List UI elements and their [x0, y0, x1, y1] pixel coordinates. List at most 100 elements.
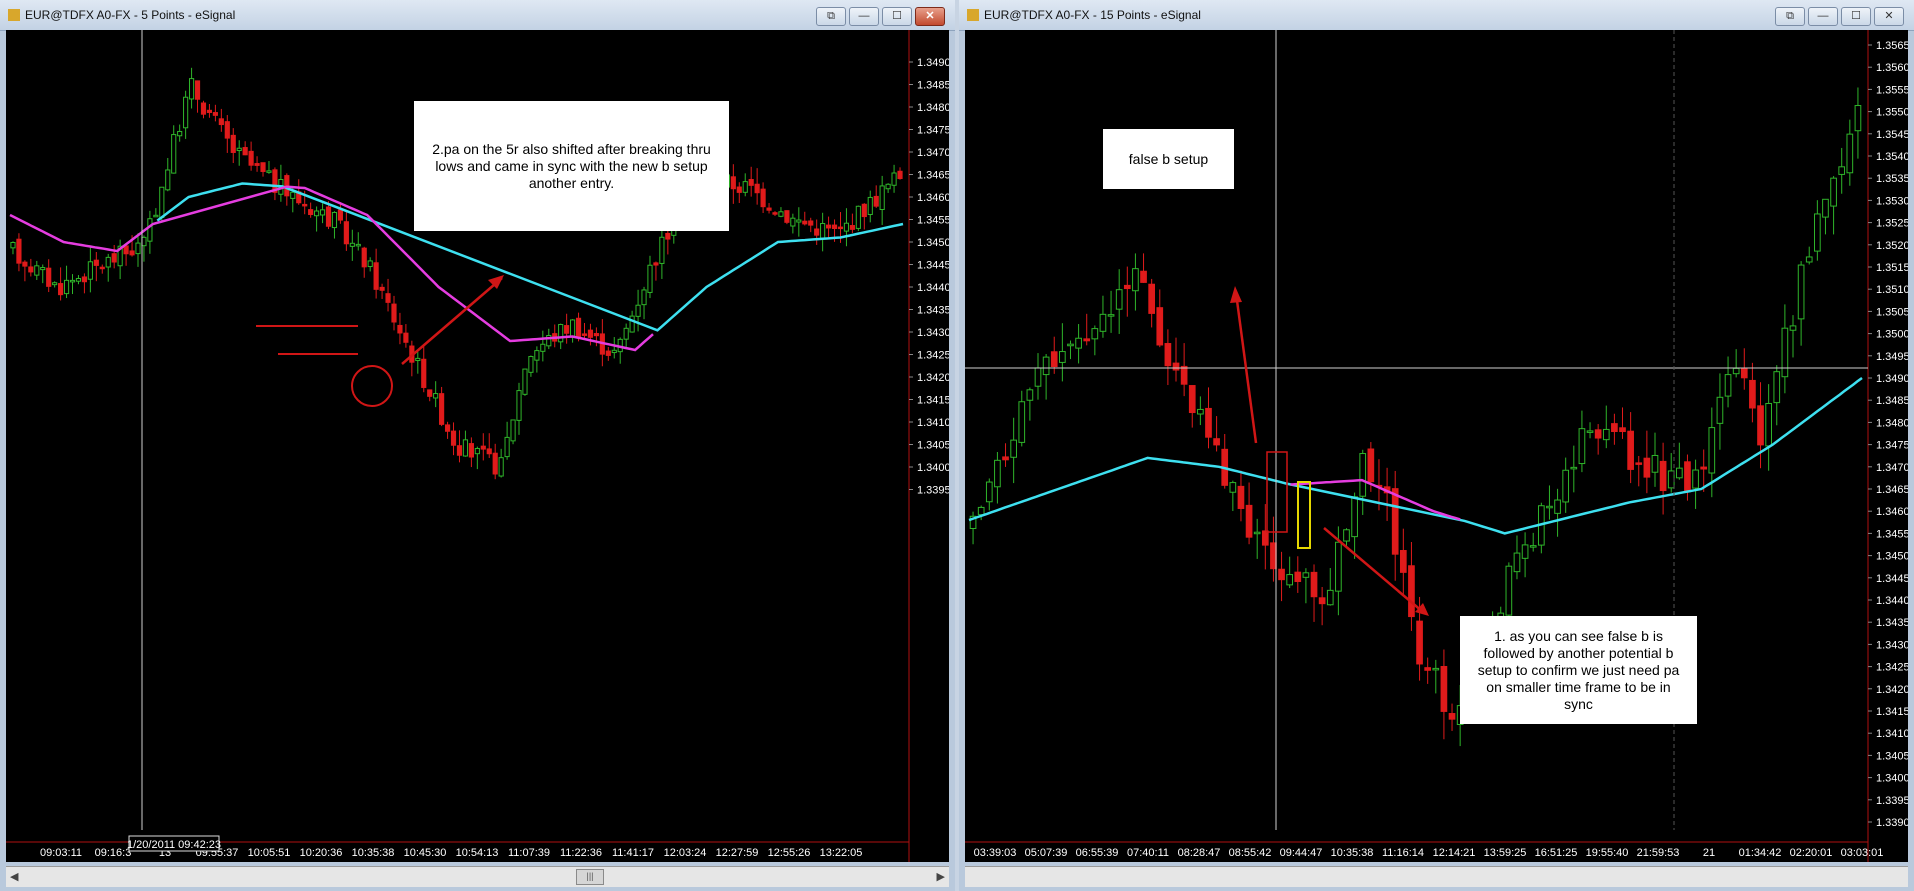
candle-body [1773, 371, 1781, 404]
candle-body [849, 225, 855, 230]
candle-body [516, 390, 522, 421]
candle-body [337, 209, 343, 221]
candle-body [1562, 469, 1570, 503]
price-label: 1.3430 [917, 327, 949, 339]
candle-body [46, 267, 52, 287]
close-button[interactable]: ✕ [915, 7, 945, 26]
candle-body [349, 242, 355, 247]
candle-body [885, 183, 891, 190]
candle-body [1123, 284, 1131, 290]
candle-body [641, 289, 647, 306]
time-label: 11:41:17 [612, 847, 654, 859]
candle-body [1318, 597, 1326, 605]
candle-body [1310, 571, 1318, 598]
candle-body [742, 181, 748, 193]
entry-circle [351, 365, 393, 407]
close-button[interactable]: ✕ [1874, 7, 1904, 26]
left-titlebar[interactable]: EUR@TDFX A0-FX - 5 Points - eSignal ⧉ — … [0, 0, 955, 31]
price-label: 1.3500 [1876, 329, 1908, 341]
maximize-button[interactable]: ☐ [882, 7, 912, 26]
candle-body [1846, 133, 1854, 174]
candle-body [570, 319, 576, 337]
left-annotation-box: 2.pa on the 5r also shifted after breaki… [414, 101, 729, 231]
candle-body [1432, 667, 1440, 671]
minimize-button[interactable]: — [1808, 7, 1838, 26]
right-horizontal-scrollbar[interactable] [965, 866, 1908, 887]
candle-body [105, 256, 111, 268]
candle-body [867, 196, 873, 215]
candle-body [1132, 268, 1139, 292]
candle-body [1197, 408, 1204, 415]
right-titlebar[interactable]: EUR@TDFX A0-FX - 15 Points - eSignal ⧉ —… [959, 0, 1914, 31]
candle-body [985, 481, 993, 503]
false-b-highlight [1266, 451, 1288, 533]
price-label: 1.3455 [1876, 528, 1908, 540]
candle-body [242, 147, 248, 156]
potential-b-highlight [1297, 481, 1311, 549]
candle-body [421, 358, 427, 388]
app-icon [8, 9, 20, 21]
price-label: 1.3460 [917, 192, 949, 204]
candle-body [486, 448, 492, 455]
candle-body [343, 221, 349, 245]
candle-body [760, 188, 766, 208]
candle-body [1602, 428, 1610, 441]
restore-chart-button[interactable]: ⧉ [816, 7, 846, 26]
scroll-left-arrow-icon[interactable]: ◀ [10, 870, 18, 883]
candle-body [1797, 264, 1805, 320]
price-label: 1.3405 [1876, 750, 1908, 762]
restore-chart-button[interactable]: ⧉ [1775, 7, 1805, 26]
price-label: 1.3390 [1876, 817, 1908, 829]
candle-body [1018, 401, 1026, 443]
candle-body [379, 286, 385, 291]
candle-body [373, 262, 379, 290]
candle-body [1059, 351, 1066, 363]
scroll-thumb[interactable]: ||| [576, 869, 604, 885]
candle-body [194, 80, 201, 100]
candle-body [635, 304, 641, 317]
price-label: 1.3415 [917, 395, 949, 407]
candle-body [1440, 665, 1448, 712]
candle-body [587, 329, 594, 338]
left-horizontal-scrollbar[interactable]: ◀ ||| ▶ [6, 866, 949, 887]
price-label: 1.3405 [917, 440, 949, 452]
left-title-text: EUR@TDFX A0-FX - 5 Points - eSignal [25, 8, 236, 22]
candle-body [1351, 496, 1358, 538]
maximize-button[interactable]: ☐ [1841, 7, 1871, 26]
candle-body [629, 315, 635, 333]
price-label: 1.3490 [917, 57, 949, 69]
app-icon [967, 9, 979, 21]
minimize-button[interactable]: — [849, 7, 879, 26]
candle-body [1708, 427, 1716, 474]
candle-body [611, 349, 617, 354]
left-price-chart[interactable]: 1.3490 1.3485 1.3480 1.3475 1.3470 1.3465 1.34… [6, 30, 949, 862]
candle-body [1002, 456, 1009, 461]
candle-body [843, 222, 850, 232]
candle-body [1838, 166, 1846, 175]
scroll-right-arrow-icon[interactable]: ▶ [937, 870, 945, 883]
candle-body [1245, 504, 1253, 538]
candle-body [1091, 328, 1099, 340]
candle-body [1140, 270, 1147, 283]
candle-body [230, 134, 236, 153]
candle-body [510, 419, 516, 442]
candle-body [1205, 407, 1212, 438]
arrow-head-icon [1415, 603, 1429, 616]
candle-body [200, 102, 207, 115]
candle-body [977, 506, 985, 516]
candle-body [439, 393, 445, 425]
candle-body [540, 343, 546, 352]
time-label: 21:59:53 [1637, 847, 1680, 859]
right-chart-window: EUR@TDFX A0-FX - 15 Points - eSignal ⧉ —… [959, 0, 1914, 891]
time-label: 01:34:42 [1739, 847, 1782, 859]
right-price-chart[interactable]: 1.3565 1.3560 1.3555 1.3550 1.3545 1.3540 1.35… [965, 30, 1908, 862]
price-label: 1.3485 [917, 80, 949, 92]
candle-body [528, 356, 534, 373]
price-label: 1.3475 [1876, 440, 1908, 452]
candle-body [1148, 283, 1156, 314]
candle-body [444, 424, 451, 432]
candle-body [308, 209, 314, 216]
candle-body [1229, 482, 1237, 493]
time-label: 16:51:25 [1535, 847, 1578, 859]
time-label: 06:55:39 [1076, 847, 1119, 859]
